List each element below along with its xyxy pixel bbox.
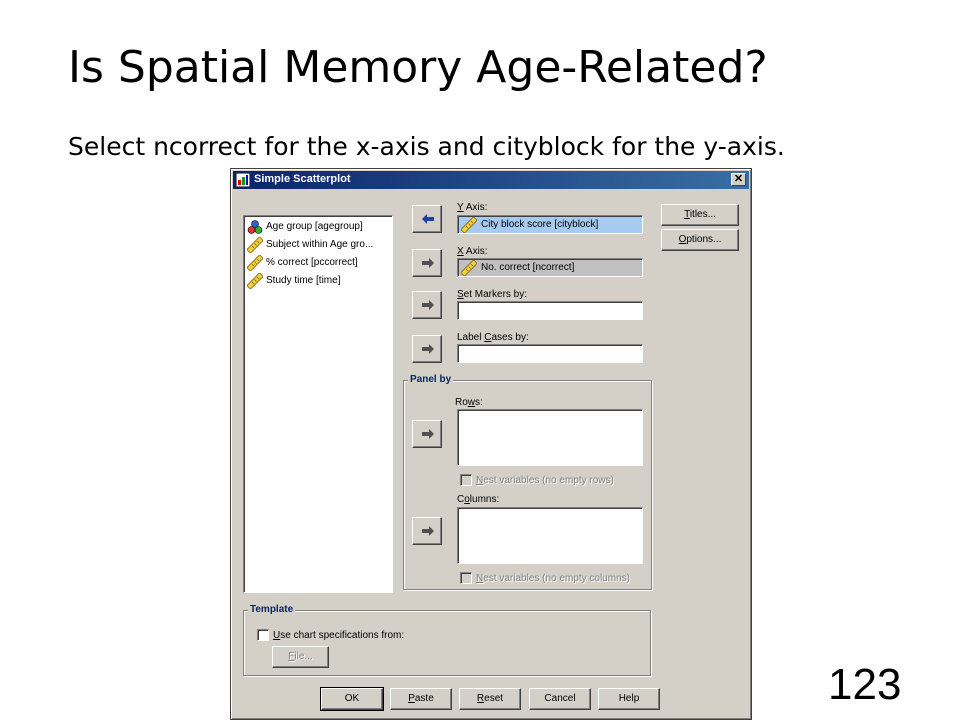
- arrow-right-icon: [422, 258, 434, 268]
- rows-label: Rows:: [455, 397, 483, 408]
- slide-number: 123: [828, 660, 902, 709]
- arrow-right-icon: [422, 526, 434, 536]
- columns-label: Columns:: [457, 494, 500, 505]
- slide-title: Is Spatial Memory Age-Related?: [68, 42, 768, 93]
- variable-label: Subject within Age gro...: [266, 239, 374, 250]
- x-axis-value: No. correct [ncorrect]: [481, 262, 575, 273]
- arrow-left-icon: [422, 214, 434, 224]
- variable-label: Study time [time]: [266, 275, 341, 286]
- nest-rows-checkbox[interactable]: [460, 474, 472, 486]
- panel-by-title: Panel by: [408, 374, 454, 385]
- x-axis-label: X Axis:: [457, 246, 488, 257]
- rows-list[interactable]: [457, 409, 643, 466]
- nest-columns-label: Nest variables (no empty columns): [476, 573, 630, 584]
- paste-button[interactable]: Paste: [390, 688, 452, 710]
- nominal-variable-icon: [247, 220, 263, 234]
- x-axis-field[interactable]: No. correct [ncorrect]: [457, 258, 643, 277]
- use-chart-spec-checkbox[interactable]: [257, 629, 269, 641]
- set-markers-label: Set Markers by:: [457, 289, 528, 300]
- nest-columns-checkbox[interactable]: [460, 572, 472, 584]
- y-axis-value: City block score [cityblock]: [481, 219, 599, 230]
- help-button[interactable]: Help: [598, 688, 660, 710]
- dialog-titlebar[interactable]: Simple Scatterplot ✕: [233, 171, 749, 189]
- scale-variable-icon: [247, 255, 263, 271]
- scale-variable-icon: [247, 237, 263, 253]
- dialog-title: Simple Scatterplot: [254, 173, 351, 185]
- scale-variable-icon: [461, 260, 477, 276]
- set-markers-move-button[interactable]: [412, 291, 442, 319]
- use-chart-spec-label: Use chart specifications from:: [273, 630, 405, 641]
- columns-move-button[interactable]: [412, 517, 442, 545]
- slide-instructions: Select ncorrect for the x-axis and cityb…: [68, 132, 785, 161]
- y-axis-field[interactable]: City block score [cityblock]: [457, 215, 643, 234]
- variable-label: Age group [agegroup]: [266, 221, 363, 232]
- template-title: Template: [248, 604, 296, 615]
- variable-label: % correct [pccorrect]: [266, 257, 358, 268]
- close-icon: ✕: [733, 173, 744, 185]
- rows-move-button[interactable]: [412, 420, 442, 448]
- ok-button[interactable]: OK: [320, 687, 384, 711]
- scale-variable-icon: [461, 217, 477, 233]
- y-axis-move-button[interactable]: [412, 205, 442, 233]
- panel-by-group: Panel by Rows: Nest variables (no empty …: [403, 374, 652, 590]
- titles-button[interactable]: Titles...: [661, 204, 739, 226]
- simple-scatterplot-dialog: Simple Scatterplot ✕ Age group [agegroup…: [230, 168, 752, 720]
- template-group: Template Use chart specifications from: …: [243, 604, 651, 676]
- scatterplot-app-icon: [236, 173, 250, 187]
- scale-variable-icon: [247, 273, 263, 289]
- label-cases-label: Label Cases by:: [457, 332, 529, 343]
- x-axis-move-button[interactable]: [412, 249, 442, 277]
- close-button[interactable]: ✕: [731, 173, 746, 186]
- nest-rows-label: Nest variables (no empty rows): [476, 475, 614, 486]
- cancel-button[interactable]: Cancel: [529, 688, 591, 710]
- label-cases-move-button[interactable]: [412, 335, 442, 363]
- arrow-right-icon: [422, 429, 434, 439]
- y-axis-label: Y Axis:: [457, 202, 488, 213]
- file-button[interactable]: File...: [272, 646, 329, 668]
- variable-list[interactable]: Age group [agegroup] Subject within Age …: [243, 215, 393, 593]
- columns-list[interactable]: [457, 507, 643, 564]
- options-button[interactable]: Options...: [661, 229, 739, 251]
- arrow-right-icon: [422, 344, 434, 354]
- arrow-right-icon: [422, 300, 434, 310]
- reset-button[interactable]: Reset: [459, 688, 521, 710]
- label-cases-field[interactable]: [457, 344, 643, 363]
- set-markers-field[interactable]: [457, 301, 643, 320]
